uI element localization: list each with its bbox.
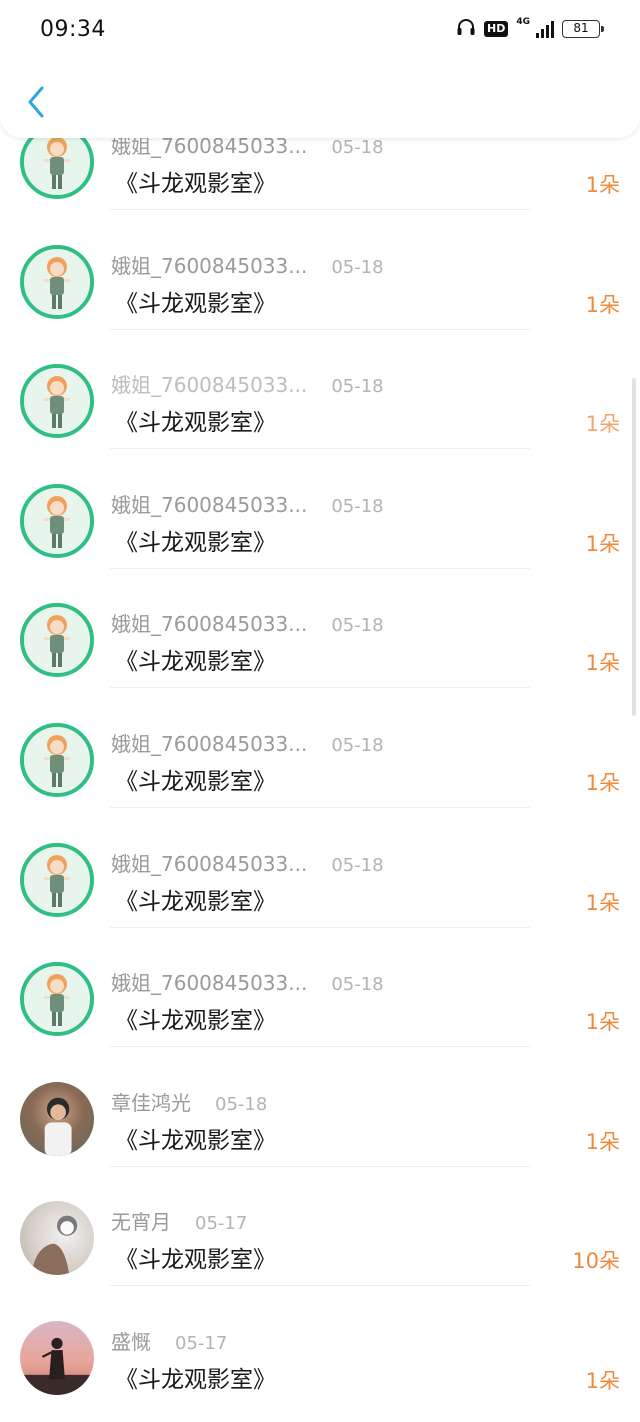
battery-level: 81 xyxy=(573,21,589,35)
gift-title: 《斗龙观影室》 xyxy=(115,410,276,437)
scrollbar[interactable] xyxy=(632,378,636,716)
avatar[interactable] xyxy=(20,364,94,439)
gift-record-row[interactable]: 娥姐_7600845033... 05-18 《斗龙观影室》 1朵 xyxy=(0,927,640,1048)
gift-amount: 1朵 xyxy=(585,412,620,437)
gift-title: 《斗龙观影室》 xyxy=(115,290,276,317)
avatar[interactable] xyxy=(20,483,94,558)
avatar[interactable] xyxy=(20,1321,94,1395)
record-meta: 无宵月 05-17 xyxy=(111,1206,248,1235)
back-button[interactable] xyxy=(20,84,52,124)
username[interactable]: 娥姐_7600845033... xyxy=(111,250,307,279)
username[interactable]: 无宵月 xyxy=(111,1206,171,1235)
gift-amount: 1朵 xyxy=(585,771,620,795)
username[interactable]: 娥姐_7600845033... xyxy=(111,489,307,518)
gift-record-row[interactable]: 娥姐_7600845033... 05-18 《斗龙观影室》 1朵 xyxy=(0,808,640,928)
avatar[interactable] xyxy=(20,1201,94,1276)
gift-title: 《斗龙观影室》 xyxy=(115,1247,276,1274)
network-type: 4G xyxy=(516,17,530,27)
avatar[interactable] xyxy=(20,723,94,797)
record-meta: 章佳鸿光 05-18 xyxy=(111,1087,268,1116)
battery-icon: 81 xyxy=(562,20,604,38)
record-meta: 娥姐_7600845033... 05-18 xyxy=(111,728,384,757)
avatar[interactable] xyxy=(20,1081,94,1156)
gift-amount: 1朵 xyxy=(585,173,620,197)
gift-title: 《斗龙观影室》 xyxy=(115,1127,276,1154)
gift-title: 《斗龙观影室》 xyxy=(115,1008,276,1035)
status-icons: HD 4G 81 xyxy=(456,17,604,40)
gift-record-row[interactable]: 娥姐_7600845033... 05-18 《斗龙观影室》 1朵 xyxy=(0,688,640,808)
gift-amount: 1朵 xyxy=(585,1369,620,1393)
gift-amount: 1朵 xyxy=(585,1129,620,1154)
record-meta: 娥姐_7600845033... 05-18 xyxy=(111,369,384,398)
status-time: 09:34 xyxy=(40,16,106,42)
record-date: 05-18 xyxy=(331,615,384,637)
record-date: 05-18 xyxy=(331,256,384,278)
record-date: 05-18 xyxy=(331,495,384,517)
avatar[interactable] xyxy=(20,962,94,1037)
username[interactable]: 娥姐_7600845033... xyxy=(111,967,307,996)
gift-amount: 1朵 xyxy=(585,531,620,556)
gift-record-row[interactable]: 娥姐_7600845033... 05-18 《斗龙观影室》 1朵 xyxy=(0,449,640,569)
chevron-left-icon xyxy=(26,85,46,123)
record-meta: 盛慨 05-17 xyxy=(111,1326,228,1355)
gift-title: 《斗龙观影室》 xyxy=(115,1367,276,1393)
gift-amount: 1朵 xyxy=(585,651,620,676)
header-bar: 09:34 HD 4G 81 xyxy=(0,0,640,138)
gift-record-row[interactable]: 娥姐_7600845033... 05-18 《斗龙观影室》 1朵 xyxy=(0,210,640,330)
gift-title: 《斗龙观影室》 xyxy=(115,888,276,915)
record-meta: 娥姐_7600845033... 05-18 xyxy=(111,967,384,996)
record-date: 05-18 xyxy=(215,1093,268,1115)
hd-icon: HD xyxy=(484,21,509,37)
record-meta: 娥姐_7600845033... 05-18 xyxy=(111,608,384,637)
gift-amount: 1朵 xyxy=(585,890,620,915)
record-date: 05-18 xyxy=(331,735,384,756)
status-bar: 09:34 HD 4G 81 xyxy=(0,0,640,58)
gift-record-row[interactable]: 章佳鸿光 05-18 《斗龙观影室》 1朵 xyxy=(0,1047,640,1167)
avatar[interactable] xyxy=(20,244,94,319)
record-meta: 娥姐_7600845033... 05-18 xyxy=(111,848,384,877)
gift-records-screen: 娥姐_7600845033... 05-18 《斗龙观影室》 1朵 娥姐_7600845… xyxy=(0,0,640,1422)
username[interactable]: 盛慨 xyxy=(111,1326,151,1355)
gift-record-row[interactable]: 娥姐_7600845033... 05-18 《斗龙观影室》 1朵 xyxy=(0,329,640,450)
username[interactable]: 章佳鸿光 xyxy=(111,1087,191,1116)
avatar[interactable] xyxy=(20,603,94,678)
record-meta: 娥姐_7600845033... 05-18 xyxy=(111,489,384,518)
gift-amount: 1朵 xyxy=(585,1010,620,1035)
username[interactable]: 娥姐_7600845033... xyxy=(111,369,307,398)
gift-title: 《斗龙观影室》 xyxy=(115,171,276,197)
signal-icon xyxy=(536,20,554,38)
username[interactable]: 娥姐_7600845033... xyxy=(111,728,307,757)
avatar[interactable] xyxy=(20,842,94,917)
gift-record-row[interactable]: 娥姐_7600845033... 05-18 《斗龙观影室》 1朵 xyxy=(0,568,640,689)
record-date: 05-18 xyxy=(331,376,384,398)
gift-title: 《斗龙观影室》 xyxy=(115,529,276,556)
record-date: 05-17 xyxy=(175,1333,228,1354)
gift-amount: 1朵 xyxy=(585,292,620,317)
username[interactable]: 娥姐_7600845033... xyxy=(111,848,307,877)
record-meta: 娥姐_7600845033... 05-18 xyxy=(111,250,384,279)
gift-record-row[interactable]: 无宵月 05-17 《斗龙观影室》 10朵 xyxy=(0,1166,640,1287)
gift-title: 《斗龙观影室》 xyxy=(115,769,276,795)
gift-record-row[interactable]: 盛慨 05-17 《斗龙观影室》 1朵 xyxy=(0,1286,640,1406)
record-date: 05-18 xyxy=(331,137,384,158)
gift-amount: 10朵 xyxy=(572,1249,620,1274)
gift-title: 《斗龙观影室》 xyxy=(115,649,276,676)
gift-record-list[interactable]: 娥姐_7600845033... 05-18 《斗龙观影室》 1朵 娥姐_7600845… xyxy=(0,0,640,1422)
record-date: 05-18 xyxy=(331,974,384,996)
record-date: 05-17 xyxy=(195,1213,248,1235)
headphones-icon xyxy=(456,18,476,40)
record-date: 05-18 xyxy=(331,854,384,876)
username[interactable]: 娥姐_7600845033... xyxy=(111,608,307,637)
